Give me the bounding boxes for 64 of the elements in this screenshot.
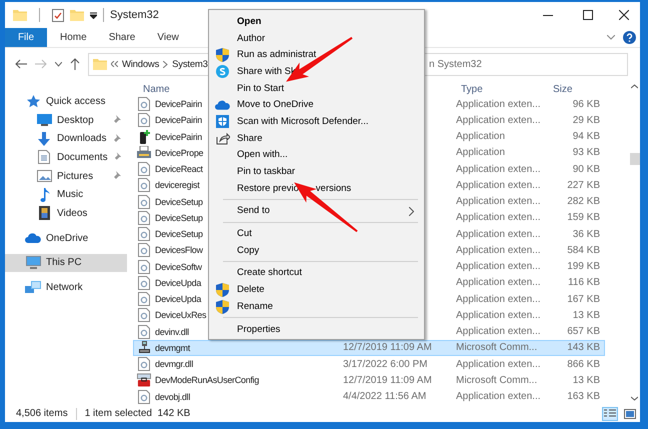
file-type: Application exten... bbox=[455, 212, 542, 224]
file-size: 116 KB bbox=[566, 277, 601, 288]
date-modified: 12/7/2019 11:09 AM bbox=[342, 374, 433, 386]
file-size: 584 KB bbox=[566, 244, 601, 256]
file-size: 866 KB bbox=[566, 358, 601, 370]
file-name: DevModeRunAsUserConfig bbox=[155, 375, 259, 386]
file-type: Application exten... bbox=[455, 294, 542, 305]
date-modified: 12/7/2019 11:09 AM bbox=[342, 342, 433, 354]
file-name: DeviceSoftw bbox=[155, 262, 202, 272]
file-size: 282 KB bbox=[566, 196, 601, 208]
file-name: DeviceSetup bbox=[155, 212, 203, 223]
file-type: Application bbox=[455, 147, 506, 158]
file-type: Application exten... bbox=[455, 164, 542, 175]
file-size: 227 KB bbox=[566, 180, 601, 191]
file-type: Application exten... bbox=[455, 326, 542, 338]
file-name: DeviceUxRes bbox=[155, 310, 206, 320]
item-count: 4,506 items bbox=[16, 408, 68, 419]
file-name: DevicesFlow bbox=[155, 245, 203, 256]
file-type: Microsoft Comm... bbox=[455, 342, 538, 354]
file-size: 94 KB bbox=[572, 131, 601, 142]
file-size: 199 KB bbox=[566, 261, 601, 272]
file-name: DeviceSetup bbox=[155, 196, 203, 207]
file-type: Application bbox=[455, 131, 506, 142]
file-name: DevicePairin bbox=[155, 132, 202, 142]
file-size: 13 KB bbox=[572, 374, 601, 386]
file-type: Application exten... bbox=[455, 244, 542, 256]
window-title: System32 bbox=[110, 9, 160, 21]
file-size: 29 KB bbox=[572, 114, 601, 126]
file-name: DevicePairin bbox=[155, 99, 202, 110]
file-type: Application exten... bbox=[455, 114, 542, 126]
date-modified: 3/17/2022 6:00 PM bbox=[342, 358, 429, 370]
file-name: DeviceSetup bbox=[155, 229, 203, 240]
file-name: deviceregist bbox=[155, 180, 200, 190]
file-name: devmgr.dll bbox=[155, 359, 194, 370]
file-size: 36 KB bbox=[572, 228, 601, 240]
file-size: 163 KB bbox=[566, 391, 601, 402]
file-name: devmgmt bbox=[155, 342, 190, 353]
file-size: 167 KB bbox=[566, 294, 601, 305]
file-name: DeviceReact bbox=[155, 164, 203, 174]
file-size: 13 KB bbox=[572, 310, 601, 321]
file-name: DevicePairin bbox=[155, 115, 202, 126]
file-type: Application exten... bbox=[455, 277, 542, 288]
file-type: Application exten... bbox=[455, 310, 542, 321]
file-name: devobj.dll bbox=[155, 392, 190, 402]
file-size: 143 KB bbox=[566, 342, 601, 354]
file-type: Application exten... bbox=[455, 391, 542, 402]
date-modified: 4/4/2022 11:56 AM bbox=[342, 391, 428, 402]
selection-info: 1 item selected 142 KB bbox=[84, 408, 190, 419]
file-type: Application exten... bbox=[455, 180, 542, 191]
file-type: Application exten... bbox=[455, 196, 542, 208]
file-name: devinv.dll bbox=[155, 326, 189, 337]
file-size: 90 KB bbox=[572, 164, 601, 175]
file-type: Application exten... bbox=[455, 228, 542, 240]
file-type: Application exten... bbox=[455, 261, 542, 272]
file-size: 159 KB bbox=[566, 212, 601, 224]
file-size: 657 KB bbox=[566, 326, 601, 338]
file-name: DevicePrope bbox=[155, 148, 204, 158]
file-type: Application exten... bbox=[455, 358, 542, 370]
file-type: Microsoft Comm... bbox=[455, 374, 538, 386]
file-size: 93 KB bbox=[572, 147, 601, 158]
file-type: Application exten... bbox=[455, 98, 542, 110]
file-name: DeviceUpda bbox=[155, 294, 202, 304]
file-size: 96 KB bbox=[572, 98, 601, 110]
file-name: DeviceUpda bbox=[155, 278, 202, 288]
